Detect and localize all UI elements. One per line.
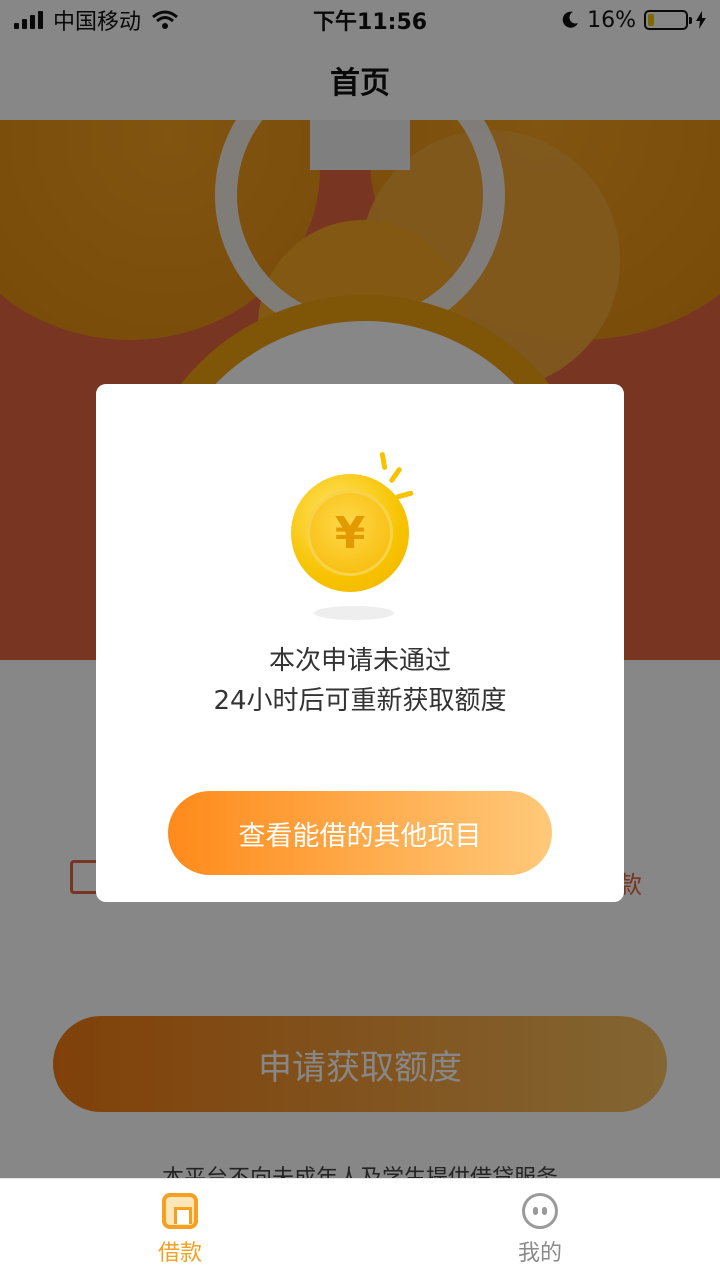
dialog-message-line1: 本次申请未通过 — [268, 646, 451, 676]
tab-profile[interactable]: 我的 — [360, 1179, 720, 1280]
tab-bar: 借款 我的 — [0, 1178, 720, 1280]
sparkle-mark — [388, 466, 403, 484]
view-other-projects-button[interactable]: 查看能借的其他项目 — [168, 791, 552, 875]
yuan-coin-icon: ¥ — [291, 474, 409, 592]
profile-icon — [522, 1192, 558, 1229]
tab-profile-label: 我的 — [517, 1240, 562, 1266]
tab-loan[interactable]: 借款 — [0, 1179, 360, 1280]
coin-symbol: ¥ — [307, 490, 393, 576]
coin-shadow — [314, 606, 394, 620]
rejection-dialog: ¥ 本次申请未通过 24小时后可重新获取额度 查看能借的其他项目 — [96, 384, 624, 902]
dialog-message-line2: 24小时后可重新获取额度 — [213, 686, 507, 716]
tab-loan-label: 借款 — [157, 1240, 202, 1266]
sparkle-mark — [379, 451, 388, 471]
coin-illustration: ¥ — [286, 451, 416, 612]
home-icon — [162, 1192, 198, 1229]
